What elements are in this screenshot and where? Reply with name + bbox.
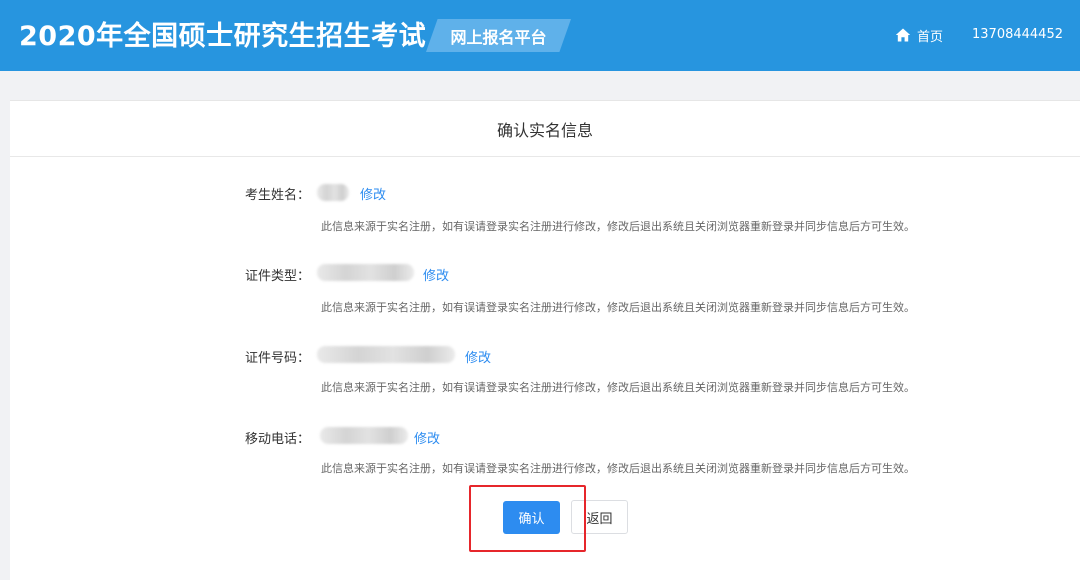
field-label-id-number: 证件号码： [244,351,310,366]
field-label-mobile: 移动电话： [244,432,310,447]
field-label-id-type: 证件类型： [244,269,310,284]
field-hint-name: 此信息来源于实名注册，如有误请登录实名注册进行修改，修改后退出系统且关闭浏览器重… [321,220,915,233]
platform-tag: 网上报名平台 [426,19,571,52]
field-hint-id-type: 此信息来源于实名注册，如有误请登录实名注册进行修改，修改后退出系统且关闭浏览器重… [321,301,915,314]
home-link-label: 首页 [917,29,944,45]
site-title: 2020年全国硕士研究生招生考试 [19,21,427,52]
field-label-name: 考生姓名： [244,188,310,203]
field-value-mobile [320,427,408,444]
field-hint-id-number: 此信息来源于实名注册，如有误请登录实名注册进行修改，修改后退出系统且关闭浏览器重… [321,381,915,394]
edit-name-link[interactable]: 修改 [360,184,386,203]
field-value-name [317,184,349,201]
confirm-button[interactable]: 确认 [503,501,560,534]
field-hint-mobile: 此信息来源于实名注册，如有误请登录实名注册进行修改，修改后退出系统且关闭浏览器重… [321,462,915,475]
edit-mobile-link[interactable]: 修改 [414,428,440,447]
back-button[interactable]: 返回 [571,500,628,534]
platform-tag-label: 网上报名平台 [450,27,547,47]
edit-id-type-link[interactable]: 修改 [423,265,449,284]
home-icon [895,28,911,42]
edit-id-number-link[interactable]: 修改 [465,347,491,366]
top-header: 2020年全国硕士研究生招生考试 网上报名平台 首页 13708444452 [0,0,1080,71]
home-link[interactable]: 首页 [895,26,944,45]
field-value-id-type [317,264,414,281]
user-phone: 13708444452 [972,27,1063,42]
field-value-id-number [317,346,455,363]
card-title: 确认实名信息 [10,101,1080,157]
